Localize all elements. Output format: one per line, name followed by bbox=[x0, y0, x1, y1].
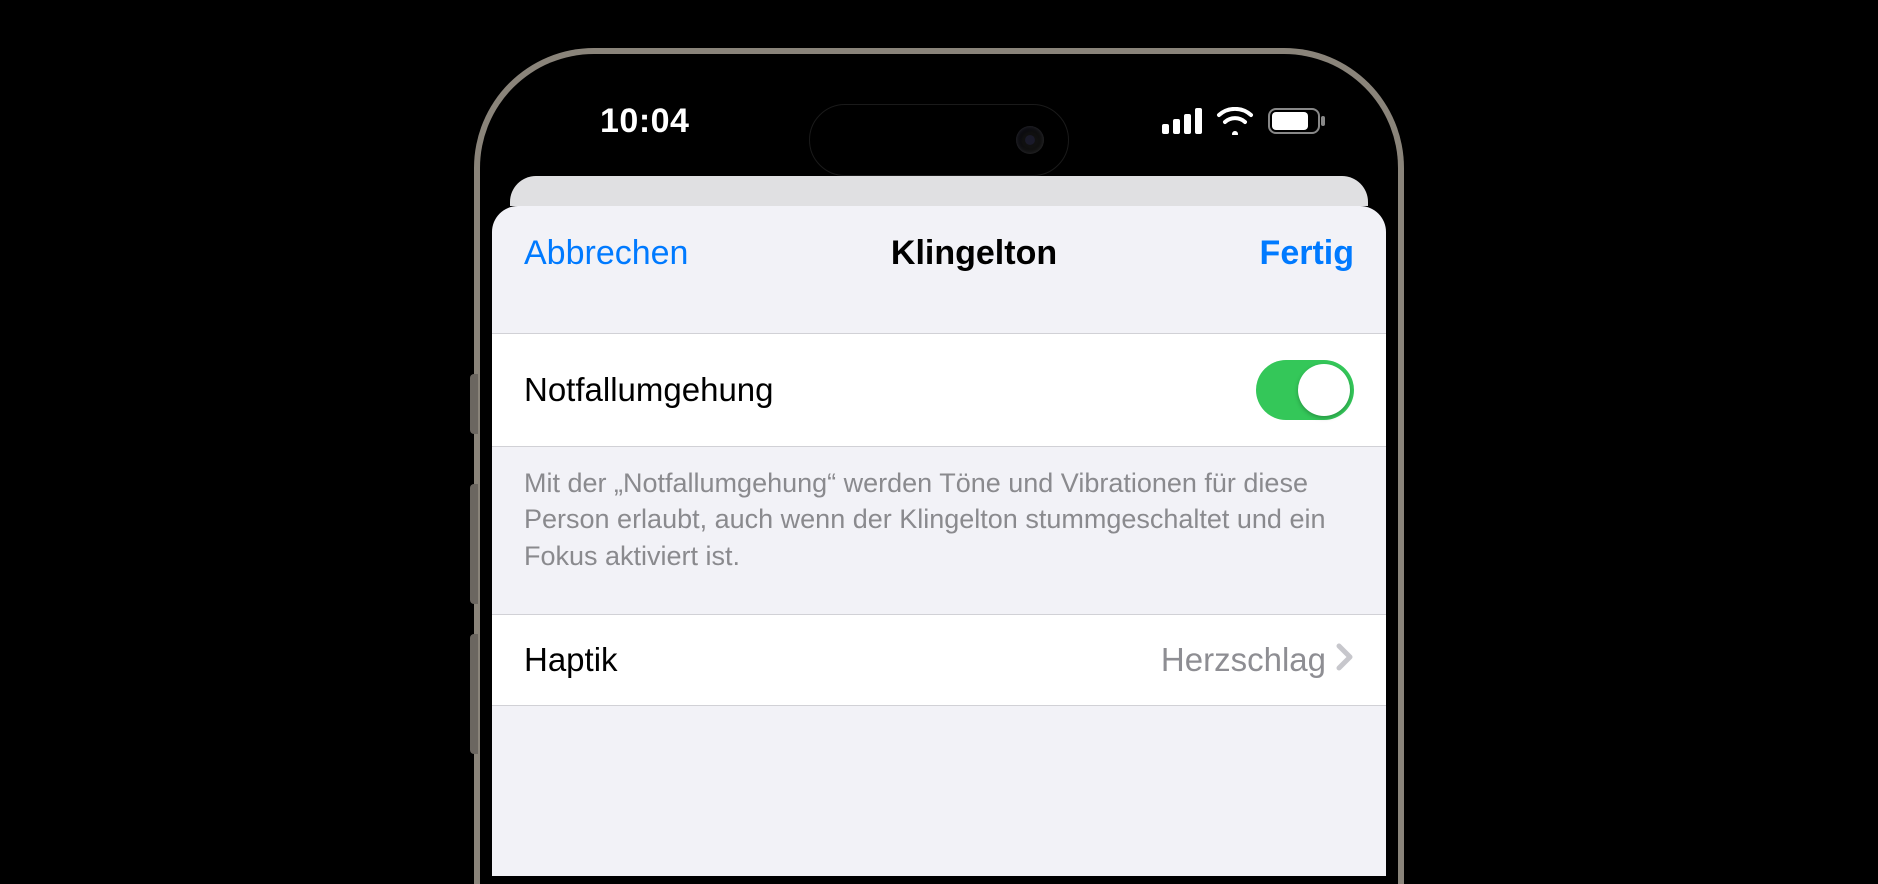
dynamic-island bbox=[809, 104, 1069, 176]
done-button[interactable]: Fertig bbox=[1260, 234, 1354, 273]
cancel-button[interactable]: Abbrechen bbox=[524, 234, 688, 273]
haptic-label: Haptik bbox=[524, 641, 618, 679]
modal-sheet: Abbrechen Klingelton Fertig Notfallumgeh… bbox=[492, 206, 1386, 876]
haptic-row[interactable]: Haptik Herzschlag bbox=[492, 614, 1386, 706]
emergency-bypass-label: Notfallumgehung bbox=[524, 371, 774, 409]
side-button-silence bbox=[470, 374, 478, 434]
emergency-bypass-footer: Mit der „Notfallumgehung“ werden Töne un… bbox=[492, 447, 1386, 614]
battery-icon bbox=[1268, 108, 1326, 134]
emergency-bypass-row[interactable]: Notfallumgehung bbox=[492, 333, 1386, 447]
status-time: 10:04 bbox=[600, 102, 689, 141]
front-camera-icon bbox=[1016, 126, 1044, 154]
page-title: Klingelton bbox=[891, 234, 1057, 273]
background-sheet bbox=[510, 176, 1368, 206]
phone-device-frame: 10:04 bbox=[474, 48, 1404, 884]
side-button-volume-up bbox=[470, 484, 478, 604]
toggle-knob-icon bbox=[1298, 364, 1350, 416]
side-button-volume-down bbox=[470, 634, 478, 754]
wifi-icon bbox=[1216, 107, 1254, 135]
phone-screen: 10:04 bbox=[488, 62, 1390, 876]
status-icons bbox=[1162, 107, 1326, 135]
navigation-bar: Abbrechen Klingelton Fertig bbox=[492, 206, 1386, 333]
haptic-value-container: Herzschlag bbox=[1161, 641, 1354, 679]
emergency-bypass-toggle[interactable] bbox=[1256, 360, 1354, 420]
cellular-signal-icon bbox=[1162, 108, 1202, 134]
chevron-right-icon bbox=[1336, 642, 1354, 679]
haptic-value: Herzschlag bbox=[1161, 641, 1326, 679]
